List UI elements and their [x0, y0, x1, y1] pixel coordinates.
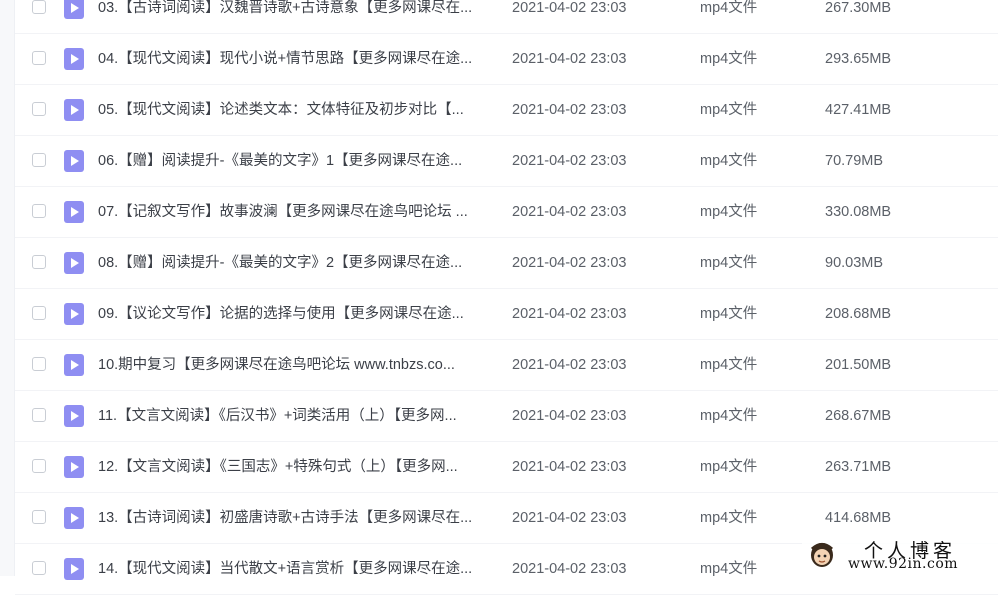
row-checkbox[interactable] [32, 0, 46, 14]
file-date: 2021-04-02 23:03 [512, 306, 627, 322]
row-checkbox[interactable] [32, 459, 46, 473]
file-row[interactable]: 11.【文言文阅读】《后汉书》+词类活用（上）【更多网... 2021-04-0… [15, 391, 998, 442]
file-row[interactable]: 04.【现代文阅读】现代小说+情节思路【更多网课尽在途... 2021-04-0… [15, 34, 998, 85]
file-type: mp4文件 [700, 255, 758, 271]
left-panel-edge [0, 0, 15, 576]
file-name[interactable]: 04.【现代文阅读】现代小说+情节思路【更多网课尽在途... [98, 50, 498, 68]
file-row[interactable]: 07.【记叙文写作】故事波澜【更多网课尽在途鸟吧论坛 ... 2021-04-0… [15, 187, 998, 238]
file-date: 2021-04-02 23:03 [512, 153, 627, 169]
blog-watermark: 个人博客 www.92in.com [802, 533, 998, 576]
row-checkbox[interactable] [32, 51, 46, 65]
file-date: 2021-04-02 23:03 [512, 459, 627, 475]
file-size: 293.65MB [825, 51, 892, 67]
file-date: 2021-04-02 23:03 [512, 0, 627, 16]
file-name[interactable]: 13.【古诗词阅读】初盛唐诗歌+古诗手法【更多网课尽在... [98, 509, 498, 527]
row-checkbox[interactable] [32, 255, 46, 269]
file-row[interactable]: 12.【文言文阅读】《三国志》+特殊句式（上）【更多网... 2021-04-0… [15, 442, 998, 493]
file-name[interactable]: 11.【文言文阅读】《后汉书》+词类活用（上）【更多网... [98, 407, 498, 425]
file-row[interactable]: 06.【赠】阅读提升-《最美的文字》1【更多网课尽在途... 2021-04-0… [15, 136, 998, 187]
file-date: 2021-04-02 23:03 [512, 561, 627, 577]
file-date: 2021-04-02 23:03 [512, 357, 627, 373]
file-name[interactable]: 05.【现代文阅读】论述类文本：文体特征及初步对比【... [98, 101, 498, 119]
file-type: mp4文件 [700, 510, 758, 526]
file-type: mp4文件 [700, 306, 758, 322]
file-name[interactable]: 14.【现代文阅读】当代散文+语言赏析【更多网课尽在途... [98, 560, 498, 578]
file-size: 201.50MB [825, 357, 892, 373]
file-size: 263.71MB [825, 459, 892, 475]
file-date: 2021-04-02 23:03 [512, 255, 627, 271]
file-type: mp4文件 [700, 51, 758, 67]
file-date: 2021-04-02 23:03 [512, 102, 627, 118]
file-size: 208.68MB [825, 306, 892, 322]
cartoon-avatar-icon [810, 543, 834, 567]
row-checkbox[interactable] [32, 357, 46, 371]
file-type: mp4文件 [700, 153, 758, 169]
row-checkbox[interactable] [32, 102, 46, 116]
video-file-icon [64, 48, 84, 70]
file-type: mp4文件 [700, 102, 758, 118]
file-size: 427.41MB [825, 102, 892, 118]
file-type: mp4文件 [700, 357, 758, 373]
file-date: 2021-04-02 23:03 [512, 510, 627, 526]
video-file-icon [64, 150, 84, 172]
file-row[interactable]: 08.【赠】阅读提升-《最美的文字》2【更多网课尽在途... 2021-04-0… [15, 238, 998, 289]
file-name[interactable]: 08.【赠】阅读提升-《最美的文字》2【更多网课尽在途... [98, 254, 498, 272]
row-checkbox[interactable] [32, 561, 46, 575]
file-name[interactable]: 03.【古诗词阅读】汉魏晋诗歌+古诗意象【更多网课尽在... [98, 0, 498, 17]
video-file-icon [64, 405, 84, 427]
file-date: 2021-04-02 23:03 [512, 51, 627, 67]
file-row[interactable]: 10.期中复习【更多网课尽在途鸟吧论坛 www.tnbzs.co... 2021… [15, 340, 998, 391]
row-checkbox[interactable] [32, 204, 46, 218]
file-row[interactable]: 05.【现代文阅读】论述类文本：文体特征及初步对比【... 2021-04-02… [15, 85, 998, 136]
file-size: 414.68MB [825, 510, 892, 526]
file-size: 268.67MB [825, 408, 892, 424]
row-checkbox[interactable] [32, 306, 46, 320]
file-row[interactable]: 09.【议论文写作】论据的选择与使用【更多网课尽在途... 2021-04-02… [15, 289, 998, 340]
video-file-icon [64, 303, 84, 325]
row-checkbox[interactable] [32, 408, 46, 422]
file-size: 70.79MB [825, 153, 884, 169]
file-size: 330.08MB [825, 204, 892, 220]
file-size: 267.30MB [825, 0, 892, 16]
file-row[interactable]: 03.【古诗词阅读】汉魏晋诗歌+古诗意象【更多网课尽在... 2021-04-0… [15, 0, 998, 34]
video-file-icon [64, 0, 84, 19]
video-file-icon [64, 252, 84, 274]
video-file-icon [64, 558, 84, 580]
file-type: mp4文件 [700, 408, 758, 424]
video-file-icon [64, 99, 84, 121]
file-list: 03.【古诗词阅读】汉魏晋诗歌+古诗意象【更多网课尽在... 2021-04-0… [15, 0, 998, 595]
video-file-icon [64, 201, 84, 223]
file-name[interactable]: 07.【记叙文写作】故事波澜【更多网课尽在途鸟吧论坛 ... [98, 203, 498, 221]
video-file-icon [64, 456, 84, 478]
file-type: mp4文件 [700, 0, 758, 16]
file-name[interactable]: 10.期中复习【更多网课尽在途鸟吧论坛 www.tnbzs.co... [98, 356, 498, 374]
file-name[interactable]: 12.【文言文阅读】《三国志》+特殊句式（上）【更多网... [98, 458, 498, 476]
file-type: mp4文件 [700, 204, 758, 220]
file-date: 2021-04-02 23:03 [512, 204, 627, 220]
file-date: 2021-04-02 23:03 [512, 408, 627, 424]
video-file-icon [64, 354, 84, 376]
watermark-url: www.92in.com [848, 556, 959, 572]
file-type: mp4文件 [700, 561, 758, 577]
file-type: mp4文件 [700, 459, 758, 475]
file-size: 90.03MB [825, 255, 884, 271]
row-checkbox[interactable] [32, 510, 46, 524]
row-checkbox[interactable] [32, 153, 46, 167]
file-name[interactable]: 06.【赠】阅读提升-《最美的文字》1【更多网课尽在途... [98, 152, 498, 170]
video-file-icon [64, 507, 84, 529]
file-name[interactable]: 09.【议论文写作】论据的选择与使用【更多网课尽在途... [98, 305, 498, 323]
